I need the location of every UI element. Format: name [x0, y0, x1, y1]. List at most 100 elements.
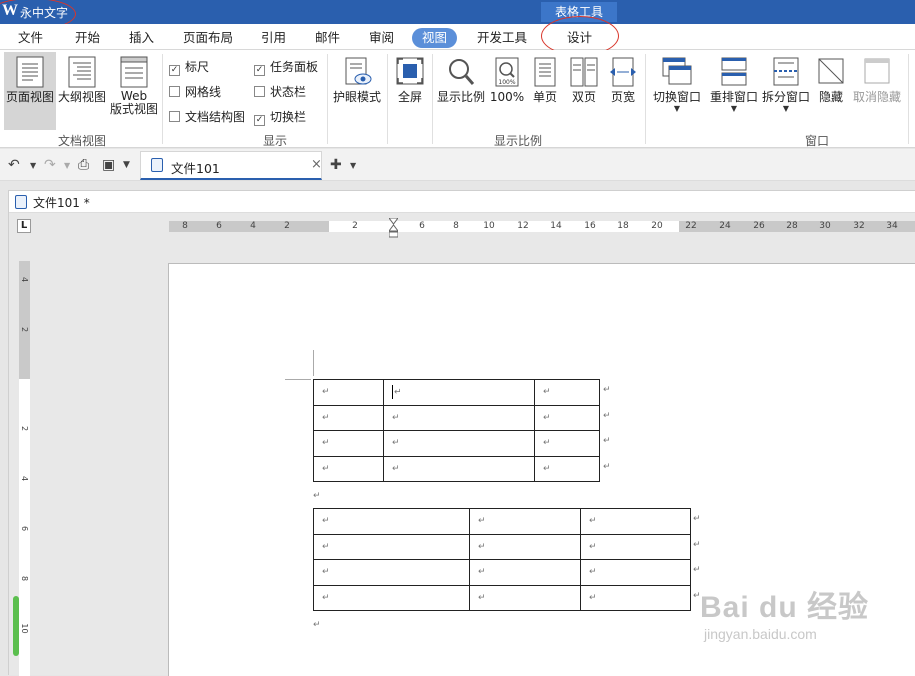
watermark-url: jingyan.baidu.com — [704, 626, 817, 642]
chevron-down-icon[interactable]: ▼ — [350, 161, 356, 170]
cell-end-mark: ↵ — [322, 567, 330, 578]
table-cell[interactable]: ↵ — [534, 430, 600, 457]
cell-end-mark: ↵ — [589, 516, 597, 527]
chevron-down-icon[interactable]: ▼ — [30, 161, 36, 170]
undo-icon[interactable]: ↶ — [8, 157, 20, 173]
menu-file[interactable]: 文件 — [18, 28, 43, 48]
ruler-number: 6 — [20, 525, 29, 532]
tab-stop-selector[interactable]: L — [17, 219, 31, 233]
unhide-window-button[interactable]: 取消隐藏 — [851, 52, 903, 130]
table-cell[interactable]: ↵ — [580, 584, 691, 611]
menu-page-layout[interactable]: 页面布局 — [183, 28, 233, 48]
status-bar-checkbox[interactable]: 状态栏 — [254, 83, 306, 100]
ruler-number: 26 — [753, 221, 765, 231]
zoom-100-button[interactable]: 100% 100% — [488, 52, 526, 130]
zoom-100-label: 100% — [489, 90, 525, 104]
ruler-number: 32 — [853, 221, 865, 231]
table-cell[interactable]: ↵ — [469, 559, 581, 586]
menu-insert[interactable]: 插入 — [129, 28, 154, 48]
menu-home[interactable]: 开始 — [75, 28, 100, 48]
eye-mode-button[interactable]: 护眼模式 — [331, 52, 383, 130]
ruler-number: 10 — [483, 221, 495, 231]
chevron-down-icon[interactable]: ▼ — [64, 161, 70, 170]
table-cell[interactable]: ↵ — [383, 430, 535, 457]
table-cell[interactable]: ↵ — [469, 508, 581, 535]
table-cell[interactable]: ↵ — [313, 533, 470, 560]
web-view-button[interactable]: Web 版式视图 — [108, 52, 160, 130]
table-cell[interactable]: ↵ — [383, 379, 535, 406]
table-cell[interactable]: ↵ — [313, 508, 470, 535]
print-preview-icon[interactable]: ⎙ — [78, 157, 89, 173]
doc-map-checkbox[interactable]: 文档结构图 — [169, 108, 245, 125]
page-view-button[interactable]: 页面视图 — [4, 52, 56, 130]
vertical-ruler[interactable]: 4 2 2 4 6 8 10 — [19, 261, 30, 676]
task-pane-checkbox[interactable]: ✓ 任务面板 — [254, 58, 318, 76]
show-group-label: 显示 — [263, 134, 288, 148]
switch-bar-checkbox[interactable]: ✓ 切换栏 — [254, 108, 306, 126]
table-cell[interactable]: ↵ — [313, 559, 470, 586]
document-table-2[interactable]: ↵ ↵ ↵ ↵ ↵ ↵ ↵ ↵ ↵ ↵ ↵ ↵ — [313, 508, 691, 611]
table-cell[interactable]: ↵ — [313, 584, 470, 611]
row-end-mark: ↵ — [603, 385, 611, 395]
document-tab[interactable]: 文件101 × — [140, 151, 322, 180]
document-table-1[interactable]: ↵ ↵ ↵ ↵ ↵ ↵ ↵ ↵ ↵ ↵ ↵ ↵ — [313, 379, 600, 482]
table-row: ↵ ↵ ↵ — [313, 533, 691, 560]
switch-window-button[interactable]: 切换窗口 ▼ — [650, 52, 704, 130]
cell-end-mark: ↵ — [589, 567, 597, 578]
close-tab-icon[interactable]: × — [311, 157, 322, 172]
table-cell[interactable]: ↵ — [383, 404, 535, 431]
menu-references[interactable]: 引用 — [261, 28, 286, 48]
table-cell[interactable]: ↵ — [580, 559, 691, 586]
split-window-button[interactable]: 拆分窗口 ▼ — [760, 52, 812, 130]
table-cell[interactable]: ↵ — [469, 533, 581, 560]
table-cell[interactable]: ↵ — [580, 533, 691, 560]
fullscreen-button[interactable]: 全屏 — [392, 52, 428, 130]
customize-toolbar-icon[interactable]: ▼ — [123, 160, 130, 170]
outline-view-button[interactable]: 大纲视图 — [57, 52, 107, 130]
table-cell[interactable]: ↵ — [313, 404, 384, 431]
table-cell[interactable]: ↵ — [383, 455, 535, 482]
unhide-window-label: 取消隐藏 — [852, 90, 901, 104]
ribbon-separator — [387, 54, 388, 144]
hide-window-button[interactable]: 隐藏 — [815, 52, 847, 130]
save-icon[interactable]: ▣ — [102, 157, 115, 173]
zoom-ratio-button[interactable]: 显示比例 — [435, 52, 487, 130]
double-page-button[interactable]: 双页 — [566, 52, 602, 130]
table-row: ↵ ↵ ↵ — [313, 379, 600, 406]
menu-mailings[interactable]: 邮件 — [315, 28, 340, 48]
ribbon-separator — [908, 54, 909, 144]
switch-bar-label: 切换栏 — [270, 110, 307, 124]
single-page-button[interactable]: 单页 — [528, 52, 562, 130]
table-cell[interactable]: ↵ — [313, 379, 384, 406]
rearrange-window-button[interactable]: 重排窗口 ▼ — [708, 52, 760, 130]
redo-icon[interactable]: ↷ — [44, 157, 56, 173]
page-width-button[interactable]: 页宽 — [606, 52, 640, 130]
indent-marker-icon[interactable] — [389, 218, 398, 238]
table-cell[interactable]: ↵ — [313, 430, 384, 457]
menu-view[interactable]: 视图 — [412, 28, 458, 48]
table-cell[interactable]: ↵ — [534, 404, 600, 431]
ruler-number: 6 — [419, 221, 425, 231]
cell-end-mark: ↵ — [392, 438, 400, 449]
gridlines-checkbox[interactable]: 网格线 — [169, 83, 221, 100]
table-cell[interactable]: ↵ — [580, 508, 691, 535]
scroll-handle[interactable] — [13, 596, 19, 656]
table-cell[interactable]: ↵ — [534, 379, 600, 406]
horizontal-ruler[interactable]: 8 6 4 2 2 6 8 10 12 14 16 18 20 22 24 26 28 30 32 34 — [169, 221, 915, 232]
cell-end-mark: ↵ — [392, 412, 400, 423]
check-icon: ✓ — [169, 65, 180, 76]
ruler-number: 4 — [250, 221, 256, 231]
ruler-number: 24 — [719, 221, 731, 231]
row-end-mark: ↵ — [693, 539, 701, 550]
menu-review[interactable]: 审阅 — [369, 28, 394, 48]
new-document-icon[interactable]: ✚ — [330, 157, 342, 173]
ruler-number: 18 — [617, 221, 629, 231]
table-cell[interactable]: ↵ — [469, 584, 581, 611]
table-row: ↵ ↵ ↵ — [313, 584, 691, 611]
table-cell[interactable]: ↵ — [313, 455, 384, 482]
chevron-down-icon: ▼ — [730, 104, 738, 113]
ruler-checkbox[interactable]: ✓ 标尺 — [169, 58, 209, 76]
chevron-down-icon: ▼ — [782, 104, 790, 113]
menu-developer[interactable]: 开发工具 — [477, 28, 527, 48]
table-cell[interactable]: ↵ — [534, 455, 600, 482]
